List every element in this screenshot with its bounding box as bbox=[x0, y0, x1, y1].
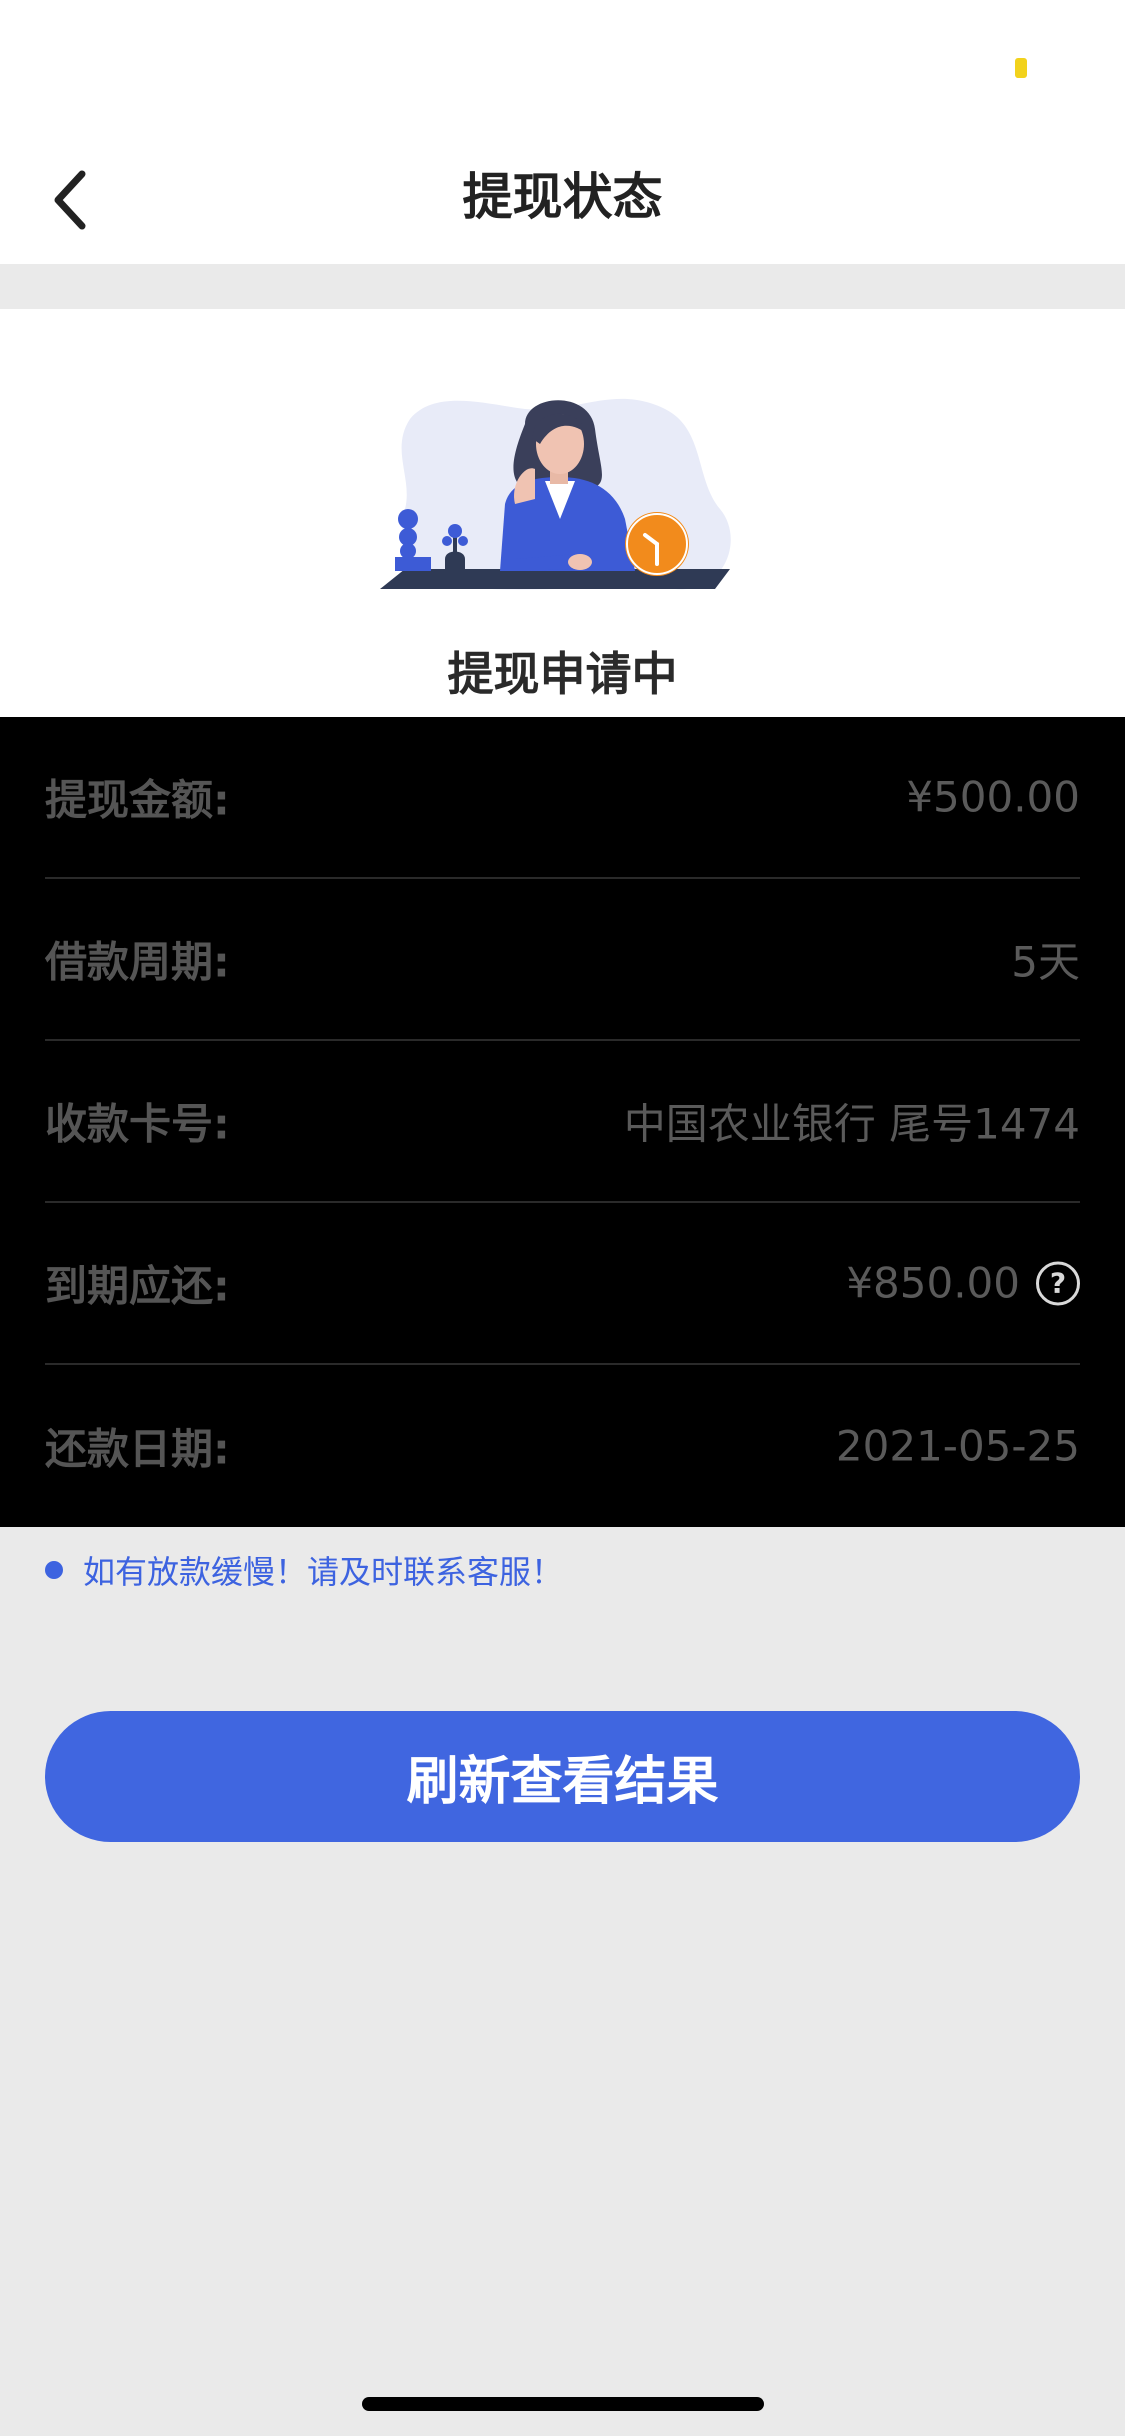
detail-row-due-amount: 到期应还: ¥850.00 ? bbox=[45, 1203, 1080, 1365]
detail-row-amount: 提现金额: ¥500.00 bbox=[45, 717, 1080, 879]
battery-indicator bbox=[1015, 58, 1027, 78]
detail-label: 到期应还: bbox=[45, 1261, 230, 1311]
detail-row-card: 收款卡号: 中国农业银行 尾号1474 bbox=[45, 1041, 1080, 1203]
status-card: 提现申请中 bbox=[0, 309, 1125, 717]
detail-label: 借款周期: bbox=[45, 937, 230, 987]
status-bar bbox=[0, 0, 1125, 132]
detail-value: ¥500.00 bbox=[906, 772, 1080, 822]
refresh-result-button[interactable]: 刷新查看结果 bbox=[45, 1711, 1080, 1842]
page-title: 提现状态 bbox=[462, 168, 663, 226]
detail-value: 5天 bbox=[1011, 937, 1080, 987]
status-text: 提现申请中 bbox=[447, 647, 678, 701]
detail-row-period: 借款周期: 5天 bbox=[45, 879, 1080, 1041]
detail-value: 中国农业银行 尾号1474 bbox=[623, 1099, 1080, 1149]
detail-section: 提现金额: ¥500.00 借款周期: 5天 收款卡号: 中国农业银行 尾号14… bbox=[0, 717, 1125, 1527]
detail-value-wrap: ¥850.00 ? bbox=[846, 1259, 1080, 1308]
notice-text: 如有放款缓慢！请及时联系客服！ bbox=[83, 1553, 564, 1591]
notice-bullet-icon bbox=[45, 1561, 63, 1579]
detail-label: 还款日期: bbox=[45, 1424, 230, 1474]
woman-waiting-clock-illustration bbox=[380, 398, 731, 590]
detail-row-repay-date: 还款日期: 2021-05-25 bbox=[45, 1365, 1080, 1527]
detail-value: 2021-05-25 bbox=[835, 1421, 1080, 1471]
detail-label: 提现金额: bbox=[45, 775, 230, 825]
help-icon[interactable]: ? bbox=[1036, 1261, 1080, 1305]
detail-value: ¥850.00 bbox=[846, 1258, 1020, 1308]
detail-label: 收款卡号: bbox=[45, 1099, 230, 1149]
notice: 如有放款缓慢！请及时联系客服！ bbox=[45, 1540, 563, 1600]
nav-bar: 提现状态 bbox=[0, 132, 1125, 264]
home-indicator[interactable] bbox=[362, 2397, 764, 2411]
